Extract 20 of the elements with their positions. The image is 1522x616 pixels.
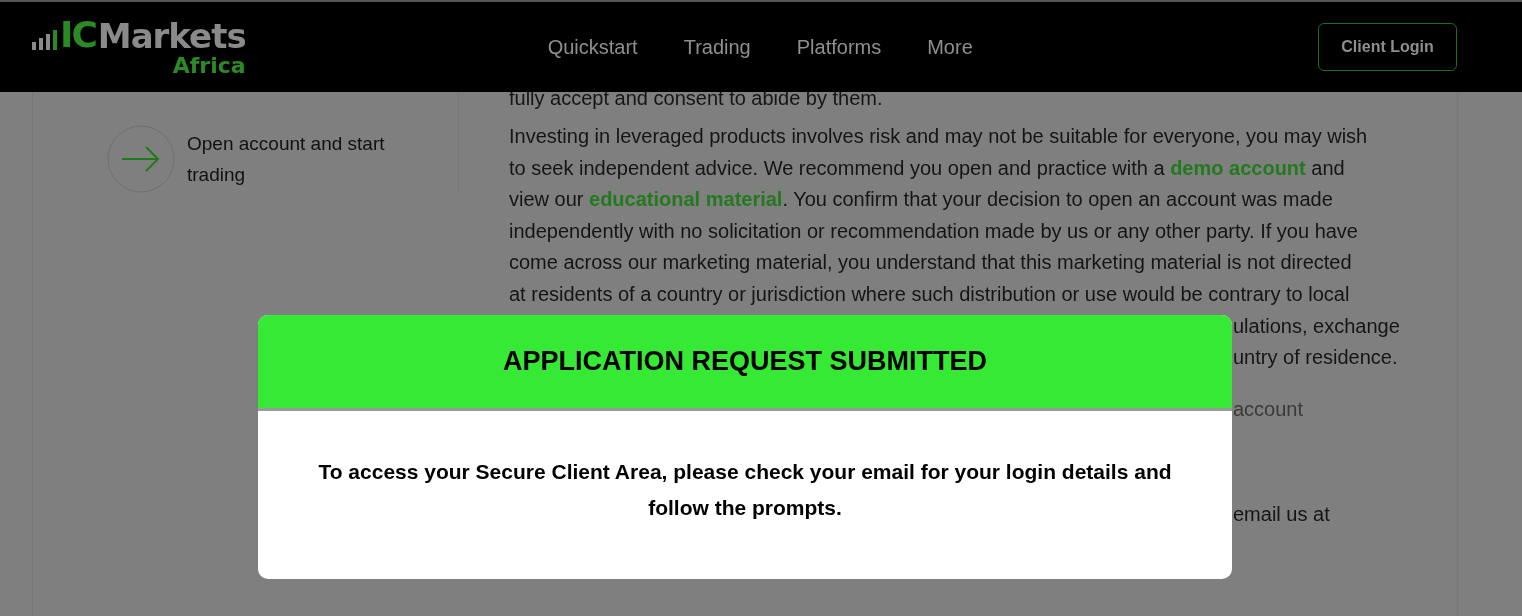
- paragraph-fragment: ulations, exchange: [1233, 314, 1400, 337]
- client-login-button[interactable]: Client Login: [1318, 23, 1457, 71]
- paragraph-line: to seek independent advice. We recommend you open and practice with a demo account and: [509, 155, 1346, 181]
- modal-title: APPLICATION REQUEST SUBMITTED: [503, 346, 987, 377]
- step-text: Open account and start trading: [187, 132, 386, 187]
- paragraph-line: Investing in leveraged products involves risk and may not be suitable for everyone, you may wish: [509, 124, 1369, 149]
- paragraph-fragment: email us at: [1233, 503, 1330, 526]
- paragraph-line: independently with no solicitation or recommendation made by us or any other party. If you have: [509, 218, 1359, 244]
- paragraph-line: at residents of a country or jurisdiction where such distribution or use would be contrary to local: [509, 281, 1351, 307]
- nav-link[interactable]: More: [927, 35, 973, 59]
- paragraph-fragment: untry of residence.: [1233, 346, 1398, 369]
- modal-message: To access your Secure Client Area, please check your email for your login details and follow the prompts.: [317, 459, 1173, 521]
- nav-link[interactable]: Trading: [683, 35, 751, 59]
- bars-icon: [32, 30, 58, 50]
- paragraph-line: view our educational material. You confirm that your decision to open an account was made: [509, 187, 1334, 213]
- nav-link[interactable]: Platforms: [796, 35, 882, 59]
- logo[interactable]: ICMarkets Africa: [30, 15, 248, 79]
- paragraph-fragment: account: [1233, 397, 1304, 420]
- paragraph-line: come across our marketing material, you understand that this marketing material is not directed: [509, 250, 1353, 276]
- nav-link[interactable]: Quickstart: [547, 35, 638, 59]
